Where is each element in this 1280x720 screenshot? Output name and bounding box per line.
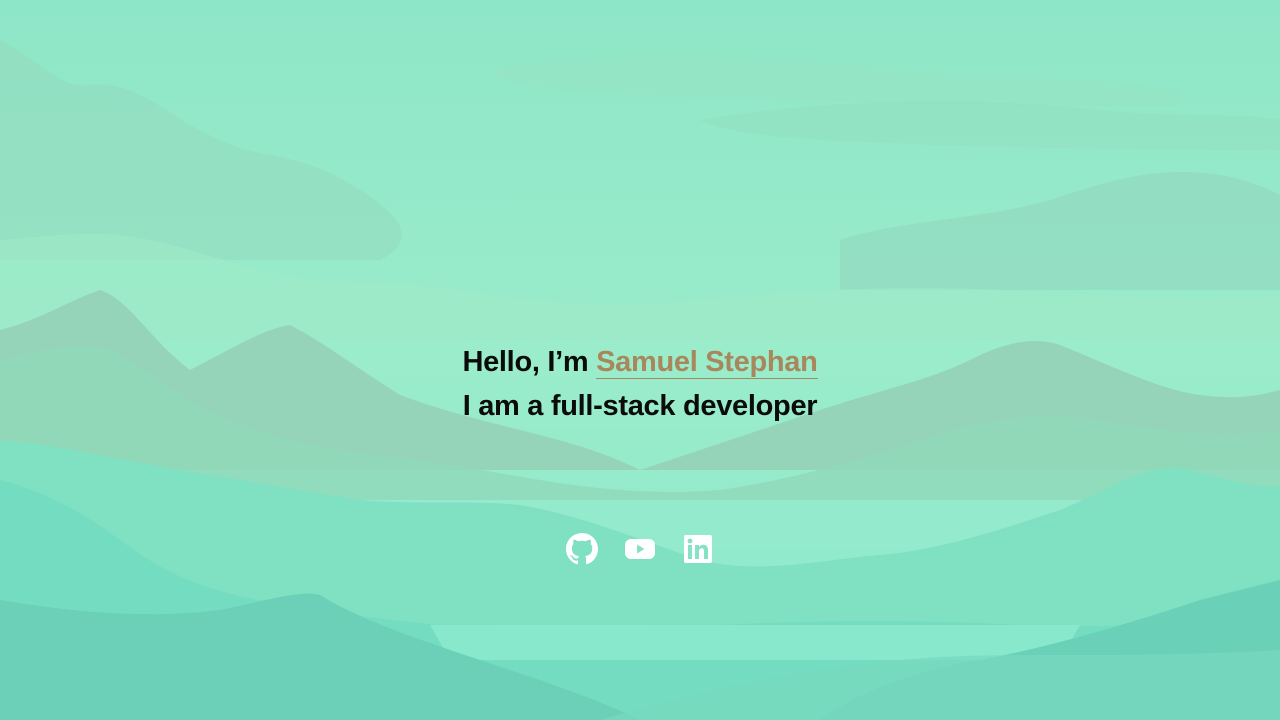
greeting-line: Hello, I’m Samuel Stephan xyxy=(0,340,1280,384)
youtube-icon xyxy=(625,539,655,559)
social-links xyxy=(0,532,1280,566)
tagline: I am a full-stack developer xyxy=(462,390,818,422)
youtube-link[interactable] xyxy=(624,532,656,566)
hero-text: Hello, I’m Samuel Stephan I am a full-st… xyxy=(0,340,1280,428)
linkedin-icon xyxy=(684,535,712,563)
github-icon xyxy=(566,533,598,565)
name-link[interactable]: Samuel Stephan xyxy=(596,346,818,379)
linkedin-link[interactable] xyxy=(682,532,714,566)
github-link[interactable] xyxy=(566,532,598,566)
greeting-text: Hello, I’m xyxy=(462,346,597,378)
